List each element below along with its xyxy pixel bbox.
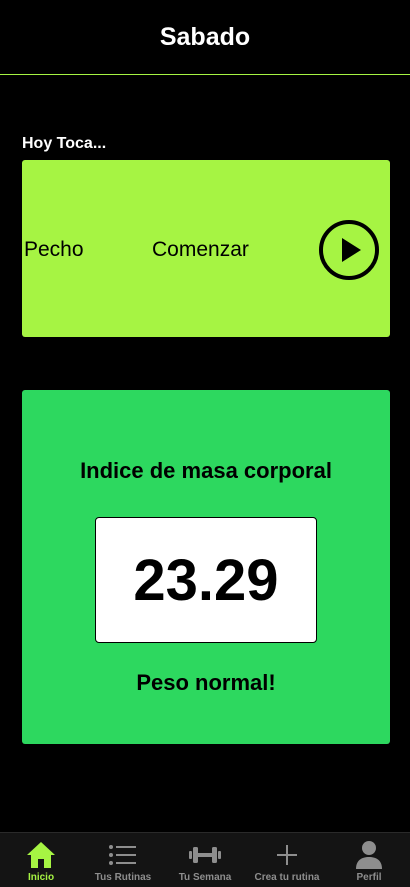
routine-name: Pecho xyxy=(24,238,84,261)
today-section-label: Hoy Toca... xyxy=(22,135,107,152)
play-icon xyxy=(319,220,379,280)
list-icon xyxy=(106,840,140,870)
today-routine-card[interactable]: Pecho Comenzar xyxy=(22,160,390,337)
tab-tus-rutinas[interactable]: Tus Rutinas xyxy=(82,833,164,887)
bmi-status: Peso normal! xyxy=(136,670,276,695)
start-label[interactable]: Comenzar xyxy=(152,238,249,262)
tab-tu-semana[interactable]: Tu Semana xyxy=(164,833,246,887)
dumbbell-icon xyxy=(188,840,222,870)
tab-label: Perfil xyxy=(356,872,382,883)
tab-label: Crea tu rutina xyxy=(254,872,320,883)
play-button[interactable] xyxy=(319,220,379,280)
tab-inicio[interactable]: Inicio xyxy=(0,833,82,887)
header: Sabado xyxy=(0,0,410,75)
home-icon xyxy=(24,840,58,870)
tab-perfil[interactable]: Perfil xyxy=(328,833,410,887)
bmi-value: 23.29 xyxy=(133,547,279,613)
plus-icon xyxy=(270,840,304,870)
person-icon xyxy=(352,840,386,870)
tab-label: Tus Rutinas xyxy=(94,872,152,883)
app-screen: Sabado Hoy Toca... Pecho Comenzar Indice… xyxy=(0,0,410,887)
bmi-title: Indice de masa corporal xyxy=(80,458,332,483)
bottom-tab-bar: Inicio Tus Rutinas Tu Semana Crea tu rut… xyxy=(0,832,410,887)
page-title: Sabado xyxy=(159,22,251,51)
bmi-value-box: 23.29 xyxy=(95,517,317,643)
tab-label: Tu Semana xyxy=(178,872,232,883)
tab-label: Inicio xyxy=(27,872,55,883)
tab-crea-tu-rutina[interactable]: Crea tu rutina xyxy=(246,833,328,887)
bmi-card: Indice de masa corporal 23.29 Peso norma… xyxy=(22,390,390,744)
